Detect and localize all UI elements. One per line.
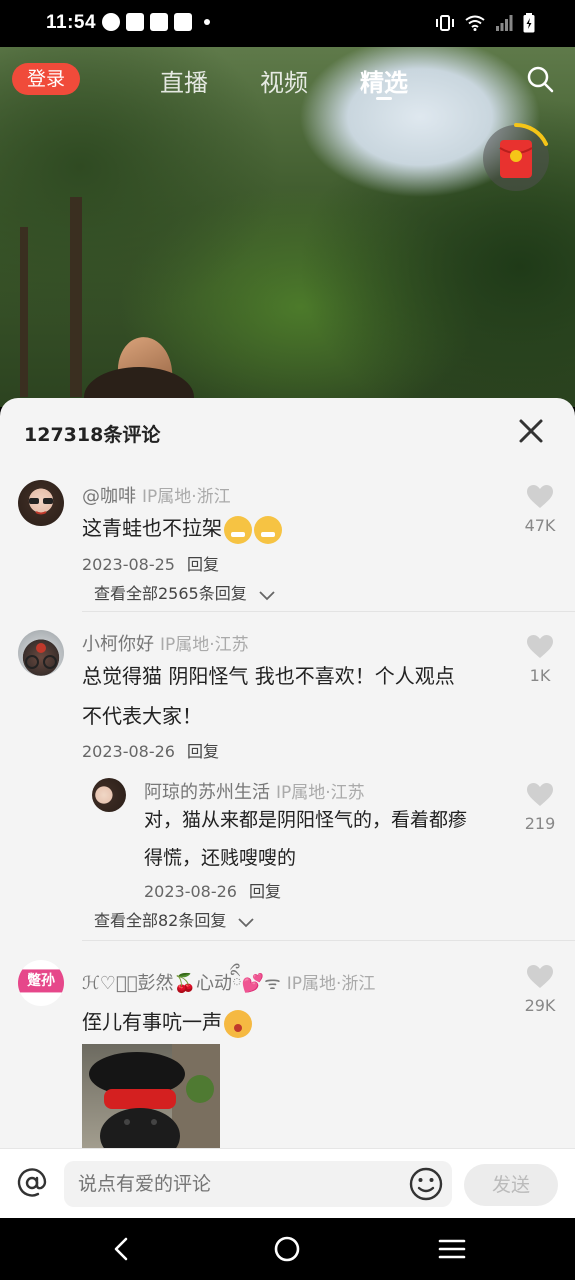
like-count: 1K — [529, 666, 551, 685]
status-bar: 11:54 — [0, 0, 575, 47]
comment-meta: 2023-08-25 回复 — [82, 551, 219, 575]
search-icon[interactable] — [526, 65, 554, 93]
reply-text: 对，猫从来都是阴阳怪气的，看着都瘆 得慌，还贱嗖嗖的 — [144, 801, 467, 877]
mail-notification-icon — [150, 13, 168, 31]
app-notification-icon — [102, 13, 120, 31]
close-icon[interactable] — [516, 416, 546, 446]
heart-icon — [527, 965, 553, 988]
laughing-emoji-icon — [224, 515, 252, 544]
avatar-text: 蹩孙 — [27, 973, 55, 989]
ip-location: IP属地·江苏 — [160, 635, 249, 655]
like-count: 47K — [524, 516, 556, 535]
reply-text-line: 对，猫从来都是阴阳怪气的，看着都瘆 — [144, 809, 468, 831]
tab-video[interactable]: 视频 — [260, 63, 308, 98]
heart-icon — [527, 635, 553, 658]
comment-text-line: 不代表大家！ — [82, 704, 202, 728]
reply-button[interactable]: 回复 — [249, 882, 281, 901]
username-text[interactable]: 阿琼的苏州生活 — [144, 782, 270, 803]
like-button[interactable]: 1K — [520, 634, 560, 685]
comment-text-content: 侄儿有事吭一声 — [82, 1010, 222, 1034]
heart-icon — [527, 485, 553, 508]
view-replies-button[interactable]: 查看全部2565条回复 — [94, 580, 276, 604]
username-text[interactable]: @咖啡 — [82, 486, 136, 507]
system-icons — [435, 13, 535, 33]
status-time: 11:54 — [46, 12, 97, 33]
view-replies-label: 查看全部2565条回复 — [94, 584, 247, 603]
comments-sheet: 127318条评论 @咖啡 IP属地·浙江 这青蛙也不拉架 2023-08-25 回… — [0, 398, 575, 1218]
comments-count-title: 127318条评论 — [24, 424, 161, 446]
chevron-down-icon — [259, 590, 275, 600]
system-navigation-bar — [0, 1218, 575, 1280]
reply-meta: 2023-08-26 回复 — [144, 878, 281, 902]
username-text[interactable]: 小柯你好 — [82, 634, 154, 655]
tree-trunk — [70, 197, 82, 397]
avatar[interactable] — [18, 630, 64, 676]
comment-input-bar: 发送 — [0, 1148, 575, 1218]
send-button[interactable]: 发送 — [464, 1164, 558, 1206]
tab-live[interactable]: 直播 — [160, 63, 208, 98]
home-icon[interactable] — [273, 1235, 301, 1263]
mention-icon[interactable] — [16, 1167, 48, 1199]
red-packet-icon[interactable] — [480, 122, 552, 194]
divider — [82, 940, 575, 941]
sunglasses-icon — [29, 498, 53, 515]
comment-input[interactable] — [64, 1161, 452, 1207]
motorcycle-icon — [25, 643, 57, 669]
comment-text: 侄儿有事吭一声 — [82, 1002, 252, 1042]
notification-icons — [102, 13, 210, 31]
comment-text: 这青蛙也不拉架 — [82, 508, 282, 548]
like-button[interactable]: 29K — [520, 964, 560, 1015]
comment-username[interactable]: @咖啡 IP属地·浙江 — [82, 482, 231, 508]
reply-avatar[interactable] — [92, 778, 126, 812]
wifi-icon — [465, 15, 485, 31]
comment-meta: 2023-08-26 回复 — [82, 738, 219, 762]
ip-location: IP属地·浙江 — [286, 974, 376, 994]
thinking-emoji-icon — [224, 1009, 252, 1038]
comment-date: 2023-08-25 — [82, 555, 175, 574]
view-replies-label: 查看全部82条回复 — [94, 911, 227, 930]
vibrate-icon — [436, 15, 454, 31]
recent-apps-icon[interactable] — [438, 1238, 466, 1260]
like-count: 219 — [524, 814, 556, 833]
comment-text: 总觉得猫 阴阳怪气 我也不喜欢！个人观点 不代表大家！ — [82, 656, 455, 736]
ip-location: IP属地·浙江 — [142, 487, 231, 507]
comment-image[interactable] — [82, 1044, 220, 1154]
divider — [82, 611, 575, 612]
heart-icon — [527, 783, 553, 806]
username-text[interactable]: ℋ♡ིྀ彭然🍒心动ིྀ💕ᯤ — [82, 973, 281, 994]
dog-photo — [89, 1044, 220, 1154]
comment-text-content: 这青蛙也不拉架 — [82, 516, 222, 540]
like-count: 29K — [524, 996, 556, 1015]
like-button[interactable]: 219 — [520, 782, 560, 833]
emoji-picker-icon[interactable] — [408, 1166, 444, 1202]
avatar[interactable] — [18, 480, 64, 526]
ip-location: IP属地·江苏 — [276, 783, 365, 803]
view-replies-button[interactable]: 查看全部82条回复 — [94, 907, 255, 931]
login-button[interactable]: 登录 — [12, 63, 80, 95]
battery-icon — [523, 13, 535, 33]
chevron-down-icon — [238, 917, 255, 927]
active-tab-indicator — [376, 97, 392, 100]
reply-date: 2023-08-26 — [144, 882, 237, 901]
avatar[interactable]: 蹩孙 — [18, 960, 64, 1006]
comment-text-line: 总觉得猫 阴阳怪气 我也不喜欢！个人观点 — [82, 664, 455, 688]
more-notifications-icon — [204, 19, 210, 25]
top-navigation: 登录 直播 视频 精选 — [0, 47, 575, 191]
reply-text-line: 得慌，还贱嗖嗖的 — [144, 847, 297, 869]
tab-featured[interactable]: 精选 — [360, 63, 408, 98]
tree-trunk — [20, 227, 28, 397]
back-icon[interactable] — [108, 1236, 134, 1262]
laughing-emoji-icon — [254, 515, 282, 544]
comment-date: 2023-08-26 — [82, 742, 175, 761]
signal-icon — [496, 15, 513, 31]
mail-notification-icon — [126, 13, 144, 31]
comment-username[interactable]: 小柯你好 IP属地·江苏 — [82, 630, 249, 656]
reply-button[interactable]: 回复 — [187, 742, 219, 761]
mail-notification-icon — [174, 13, 192, 31]
like-button[interactable]: 47K — [520, 484, 560, 535]
reply-button[interactable]: 回复 — [187, 555, 219, 574]
